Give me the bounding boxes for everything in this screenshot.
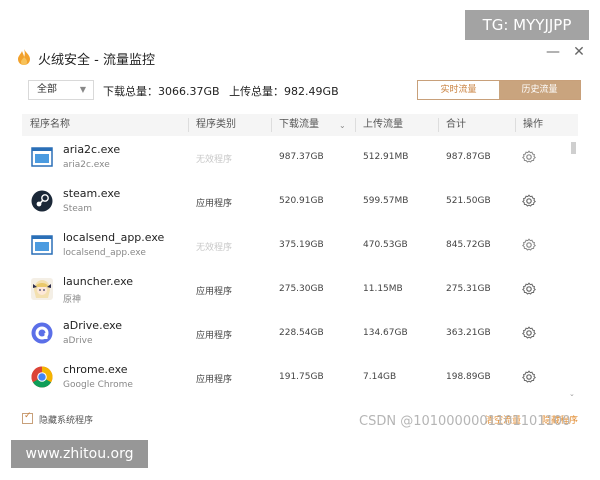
window-title: 火绒安全 - 流量监控	[38, 53, 155, 68]
filter-selected-value: 全部	[37, 84, 57, 95]
program-category: 应用程序	[196, 199, 233, 209]
upload-value: 470.53GB	[363, 240, 408, 250]
huorong-logo-icon	[18, 49, 30, 65]
title-bar: 火绒安全 - 流量监控 — ✕	[0, 44, 600, 72]
total-value: 363.21GB	[446, 328, 491, 338]
traffic-table: 程序名称 程序类别 下载流量 ⌄ 上传流量 合计 操作 aria2c.exe a…	[22, 114, 578, 400]
program-category: 应用程序	[196, 375, 233, 385]
window-icon	[31, 147, 53, 167]
column-total-header[interactable]: 合计	[446, 114, 466, 136]
program-name: aDrive.exe	[63, 319, 123, 332]
table-header: 程序名称 程序类别 下载流量 ⌄ 上传流量 合计 操作	[22, 114, 578, 136]
table-row[interactable]: aria2c.exe aria2c.exe 无效程序 987.37GB 512.…	[22, 136, 578, 180]
program-description: aDrive	[63, 336, 93, 346]
upload-value: 599.57MB	[363, 196, 409, 206]
program-name: localsend_app.exe	[63, 231, 165, 244]
chevron-down-icon: ▼	[79, 85, 86, 94]
upload-total: 上传总量：982.49GB	[229, 85, 339, 98]
column-divider	[355, 118, 356, 132]
adrive-icon	[31, 322, 53, 344]
program-filter-select[interactable]: 全部 ▼	[28, 80, 94, 100]
gear-icon[interactable]	[522, 370, 536, 384]
checkmark-icon: ✓	[24, 411, 32, 421]
traffic-summary: 下载总量：3066.37GB 上传总量：982.49GB	[103, 83, 345, 99]
tab-history-traffic[interactable]: 历史流量	[499, 81, 580, 99]
steam-icon	[31, 190, 53, 212]
program-category: 无效程序	[196, 155, 233, 165]
table-row[interactable]: chrome.exe Google Chrome 应用程序 191.75GB 7…	[22, 356, 578, 400]
download-value: 375.19GB	[279, 240, 324, 250]
download-value: 987.37GB	[279, 152, 324, 162]
download-value: 228.54GB	[279, 328, 324, 338]
gear-icon[interactable]	[522, 238, 536, 252]
column-upload-header[interactable]: 上传流量	[363, 114, 403, 136]
download-value: 275.30GB	[279, 284, 324, 294]
column-action-header: 操作	[523, 119, 543, 130]
program-name: aria2c.exe	[63, 143, 121, 156]
download-value: 191.75GB	[279, 372, 324, 382]
upload-value: 11.15MB	[363, 284, 403, 294]
close-button[interactable]: ✕	[571, 44, 587, 64]
hide-system-checkbox[interactable]: ✓	[22, 411, 33, 424]
table-row[interactable]: localsend_app.exe localsend_app.exe 无效程序…	[22, 224, 578, 268]
scroll-down-arrow-icon[interactable]: ⌄	[569, 390, 575, 398]
scrollbar-thumb[interactable]	[571, 142, 576, 154]
total-value: 521.50GB	[446, 196, 491, 206]
program-description: Google Chrome	[63, 380, 133, 390]
table-row[interactable]: launcher.exe 原神 应用程序 275.30GB 11.15MB 27…	[22, 268, 578, 312]
traffic-tabs: 实时流量 历史流量	[417, 80, 581, 100]
sort-desc-icon[interactable]: ⌄	[339, 115, 346, 137]
column-download-header[interactable]: 下载流量	[279, 114, 319, 136]
download-value: 520.91GB	[279, 196, 324, 206]
genshin-avatar-icon	[31, 278, 53, 300]
program-category: 无效程序	[196, 243, 233, 253]
program-name: chrome.exe	[63, 363, 128, 376]
download-total: 下载总量：3066.37GB	[103, 85, 220, 98]
gear-icon[interactable]	[522, 194, 536, 208]
program-category: 应用程序	[196, 287, 233, 297]
program-name: steam.exe	[63, 187, 121, 200]
minimize-button[interactable]: —	[546, 44, 560, 64]
table-row[interactable]: aDrive.exe aDrive 应用程序 228.54GB 134.67GB…	[22, 312, 578, 356]
column-name-header[interactable]: 程序名称	[30, 114, 70, 136]
tab-realtime-traffic[interactable]: 实时流量	[418, 81, 499, 99]
column-category-header[interactable]: 程序类别	[196, 114, 236, 136]
csdn-watermark: CSDN @1010000001101101100	[359, 414, 571, 429]
column-divider	[515, 118, 516, 132]
window-icon	[31, 235, 53, 255]
program-category: 应用程序	[196, 331, 233, 341]
total-value: 845.72GB	[446, 240, 491, 250]
program-name: launcher.exe	[63, 275, 134, 288]
gear-icon[interactable]	[522, 326, 536, 340]
hide-system-label: 隐藏系统程序	[39, 416, 94, 426]
upload-value: 512.91MB	[363, 152, 409, 162]
table-scrollbar[interactable]: ⌄	[569, 138, 577, 400]
program-description: localsend_app.exe	[63, 248, 146, 258]
table-body: aria2c.exe aria2c.exe 无效程序 987.37GB 512.…	[22, 136, 578, 400]
site-watermark: www.zhitou.org	[11, 440, 148, 468]
program-description: Steam	[63, 204, 93, 214]
total-value: 275.31GB	[446, 284, 491, 294]
traffic-monitor-window: 火绒安全 - 流量监控 — ✕ 全部 ▼ 下载总量：3066.37GB 上传总量…	[0, 0, 600, 480]
table-row[interactable]: steam.exe Steam 应用程序 520.91GB 599.57MB 5…	[22, 180, 578, 224]
program-description: 原神	[63, 295, 82, 305]
upload-value: 7.14GB	[363, 372, 397, 382]
total-value: 987.87GB	[446, 152, 491, 162]
tg-watermark: TG: MYYJJPP	[465, 10, 589, 40]
column-divider	[188, 118, 189, 132]
program-description: aria2c.exe	[63, 160, 110, 170]
column-divider	[438, 118, 439, 132]
chrome-icon	[31, 366, 53, 388]
gear-icon[interactable]	[522, 150, 536, 164]
total-value: 198.89GB	[446, 372, 491, 382]
column-divider	[271, 118, 272, 132]
upload-value: 134.67GB	[363, 328, 408, 338]
gear-icon[interactable]	[522, 282, 536, 296]
